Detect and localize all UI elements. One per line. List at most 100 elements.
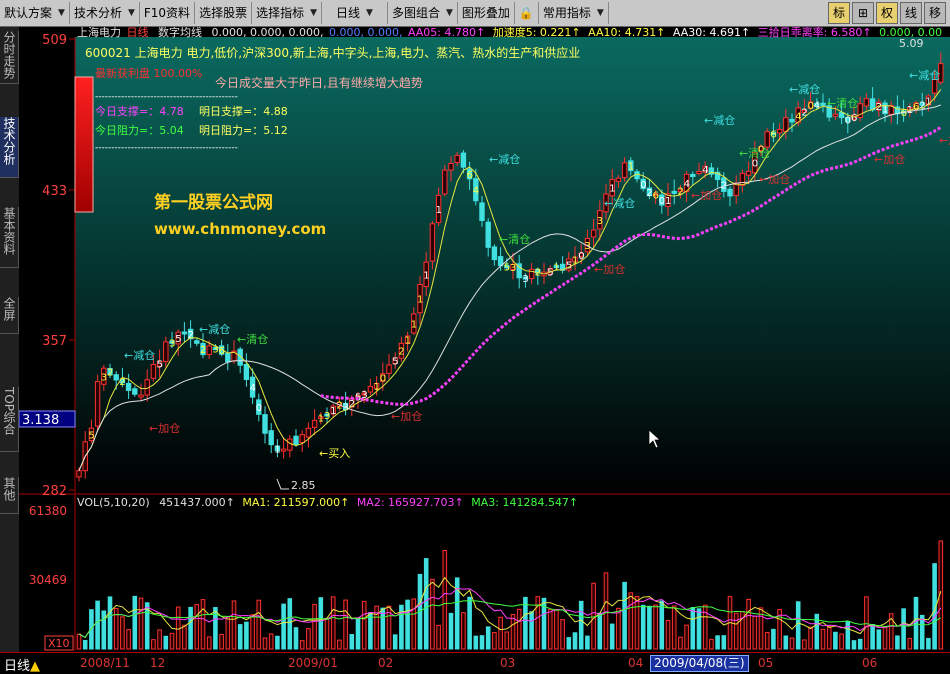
volume-bar <box>510 613 516 650</box>
volume-bar <box>622 581 627 650</box>
volume-bar <box>361 600 367 650</box>
menu-f10[interactable]: F10资料 <box>140 2 196 24</box>
volume-bar <box>901 608 906 650</box>
menu-period[interactable]: 日线 ▼ <box>322 2 388 24</box>
lock-button[interactable]: 🔒 <box>515 2 539 24</box>
volume-bar <box>789 637 795 650</box>
candle-body <box>820 102 826 106</box>
volume-bar <box>913 596 919 650</box>
accel-value: 加速度5: 0.221↑ <box>493 27 581 39</box>
volume-bar <box>194 604 200 650</box>
volume-bar <box>318 597 324 650</box>
volume-bar <box>578 600 584 650</box>
volume-bar <box>349 634 355 650</box>
candle-body <box>727 188 733 197</box>
volume-value: 451437.000↑ <box>159 496 235 509</box>
volume-bar <box>628 592 634 650</box>
volume-bar <box>231 600 237 650</box>
volume-bar <box>169 632 175 650</box>
volume-bar <box>566 637 572 650</box>
tab-technical[interactable]: 技术分析 <box>0 117 19 178</box>
candle-body <box>776 128 783 134</box>
tab-intraday[interactable]: 分时走势 <box>0 31 19 84</box>
candle-body <box>783 117 789 133</box>
menu-multi-chart[interactable]: 多图组合 ▼ <box>388 2 458 24</box>
candle-body <box>138 394 144 398</box>
volume-bar <box>312 604 317 650</box>
volume-bar <box>498 616 503 650</box>
volume-bar <box>833 631 838 650</box>
mark-button[interactable]: 标 <box>828 2 850 24</box>
candle-body <box>479 202 485 221</box>
volume-bar <box>795 601 801 650</box>
menu-technical-analysis[interactable]: 技术分析 ▼ <box>70 2 140 24</box>
volume-bar <box>219 633 224 650</box>
volume-bar <box>492 632 497 650</box>
chevron-down-icon: ▼ <box>445 8 453 18</box>
volume-bar <box>529 611 534 650</box>
candle-digit-label: 6 <box>770 130 776 141</box>
volume-bar <box>306 628 311 650</box>
candle-body <box>113 374 119 381</box>
volume-bar <box>752 615 758 650</box>
tab-other[interactable]: 其他 <box>0 477 19 514</box>
signal-label: ←加仓 <box>874 152 905 166</box>
price-axis-label: 509 <box>42 33 67 48</box>
menu-bar: 默认方案 ▼ 技术分析 ▼ F10资料 选择股票 选择指标 ▼ 日线 ▼ 多图组合 ▼ 图… <box>0 0 950 27</box>
volume-bar <box>188 606 193 650</box>
current-price: 3.138 <box>22 413 59 428</box>
period-indicator[interactable]: 日线▲ <box>4 655 40 674</box>
menu-default-scheme[interactable]: 默认方案 ▼ <box>0 2 70 24</box>
menu-overlay[interactable]: 图形叠加 <box>458 2 515 24</box>
profit-label: 最新获利盘 100.00% <box>95 66 202 80</box>
candle-body <box>485 221 491 248</box>
signal-label: ←清仓 <box>499 232 530 246</box>
move-button[interactable]: 移 <box>924 2 946 24</box>
line-button[interactable]: 线 <box>900 2 922 24</box>
time-label: 04 <box>628 656 644 670</box>
chevron-down-icon: ▼ <box>596 8 604 18</box>
kline-chart[interactable]: 509 433 357 282 3.138 上海电力 日线 数字均线 0.000… <box>19 27 950 652</box>
volume-bar <box>430 578 435 650</box>
volume-bar <box>882 627 888 650</box>
volume-bar <box>324 618 330 650</box>
volume-bar <box>268 633 274 650</box>
volume-bar <box>634 595 640 650</box>
candle-digit-label: 3 <box>597 216 603 227</box>
candle-body <box>690 173 696 177</box>
tab-fundamentals[interactable]: 基本资料 <box>0 207 19 268</box>
time-label: 12 <box>150 656 166 670</box>
candle-digit-label: 0 <box>752 159 758 170</box>
volume-bar <box>225 616 231 650</box>
tab-fullscreen[interactable]: 全屏 <box>0 297 19 334</box>
candle-body <box>789 118 795 123</box>
volume-bar <box>175 606 181 650</box>
tab-top[interactable]: TOP综合 <box>0 387 19 452</box>
volume-bar <box>126 629 131 650</box>
candle-digit-label: 1 <box>628 162 634 173</box>
candle-body <box>311 419 318 428</box>
volume-bar <box>411 598 417 650</box>
grid-button[interactable]: ⊞ <box>852 2 874 24</box>
left-tab-strip: 分时走势 技术分析 基本资料 全屏 TOP综合 其他 <box>0 27 19 652</box>
volume-bar <box>684 624 689 650</box>
volume-bar <box>609 623 615 650</box>
candle-digit-label: 5 <box>157 360 163 371</box>
menu-select-indicator[interactable]: 选择指标 ▼ <box>252 2 323 24</box>
menu-select-stock[interactable]: 选择股票 <box>195 2 253 24</box>
menu-common-indicators[interactable]: 常用指标 ▼ <box>539 2 609 24</box>
rights-button[interactable]: 权 <box>876 2 898 24</box>
volume-bar <box>293 627 299 650</box>
volume-bar <box>864 596 869 650</box>
volume-bar <box>665 619 671 650</box>
chevron-down-icon: ▼ <box>310 8 318 18</box>
signal-label: ←减仓 <box>704 113 735 127</box>
volume-bar <box>200 599 206 650</box>
time-label: 02 <box>378 656 394 670</box>
selected-date[interactable]: 2009/04/08(三) <box>650 655 749 672</box>
volume-bar <box>182 624 187 650</box>
volume-bar <box>138 597 144 650</box>
candle-digit-label: 6 <box>851 113 857 124</box>
volume-bar <box>467 596 472 650</box>
candle-digit-label: 1 <box>609 184 615 195</box>
